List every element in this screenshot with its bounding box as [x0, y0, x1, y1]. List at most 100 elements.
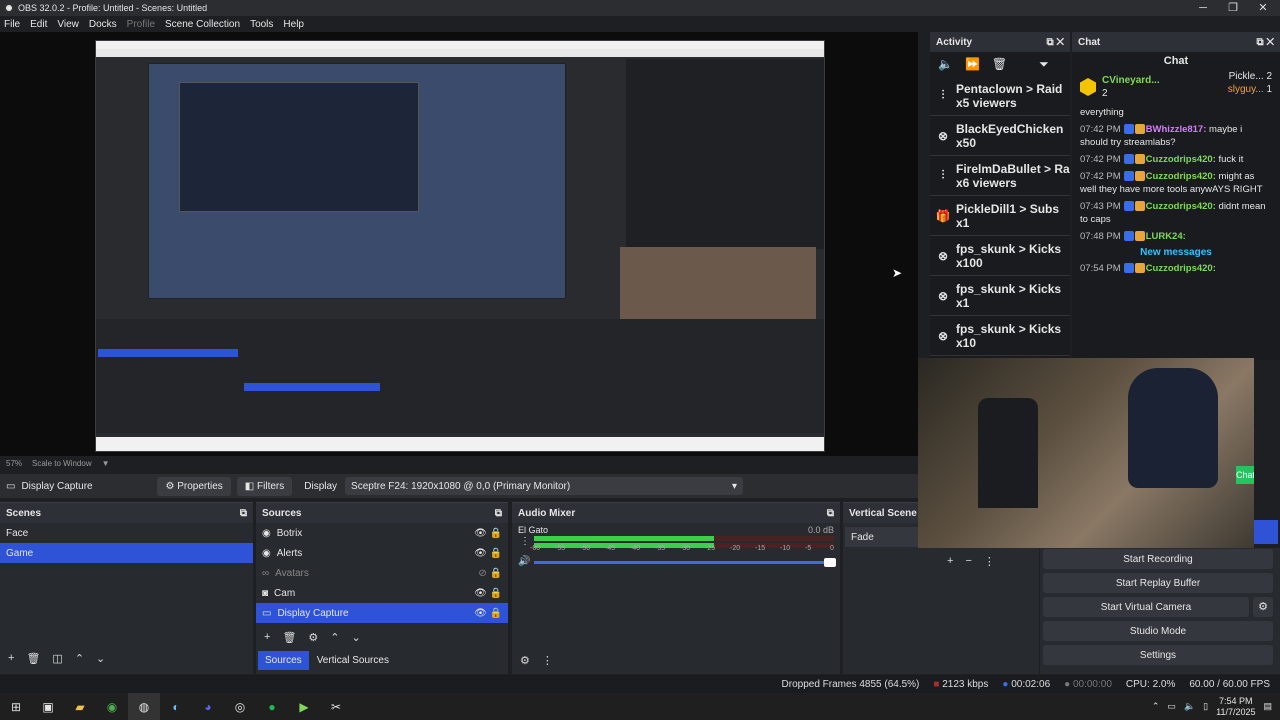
up-icon[interactable]: ⌃ [75, 652, 84, 665]
spotify-icon[interactable]: ● [256, 693, 288, 720]
volume-slider[interactable] [534, 558, 836, 567]
chat-button[interactable]: Chat [1236, 466, 1254, 484]
undock-icon[interactable]: ⧉ [495, 508, 502, 519]
menu-view[interactable]: View [57, 19, 79, 30]
down-icon[interactable]: ⌄ [96, 652, 105, 665]
chat-username[interactable]: Cuzzodrips420: [1146, 201, 1216, 212]
eye-icon[interactable]: 👁 🔒 [474, 548, 502, 559]
volume-handle[interactable] [824, 558, 836, 567]
chat-username[interactable]: Cuzzodrips420: [1146, 154, 1216, 165]
chat-username[interactable]: LURK24: [1146, 231, 1186, 242]
tab-sources[interactable]: Sources [258, 650, 309, 670]
top-user-name[interactable]: CVineyard... [1102, 75, 1160, 86]
tab-vertical-sources[interactable]: Vertical Sources [309, 651, 397, 670]
tray-chevron-icon[interactable]: ⌃ [1152, 701, 1160, 712]
add-icon[interactable]: + [264, 631, 270, 643]
scene-item-face[interactable]: Face [0, 523, 253, 543]
start-recording-button[interactable]: Start Recording [1043, 549, 1273, 569]
undock-icon[interactable]: ⧉ [240, 508, 247, 519]
menu-docks[interactable]: Docks [89, 19, 117, 30]
chrome-icon[interactable]: ◉ [96, 693, 128, 720]
notification-icon[interactable]: ▤ [1263, 701, 1272, 712]
filters-button[interactable]: ◧ Filters [236, 476, 293, 496]
menu-edit[interactable]: Edit [30, 19, 47, 30]
settings-button[interactable]: Settings [1043, 645, 1273, 665]
menu-profile[interactable]: Profile [127, 19, 155, 30]
minus-icon[interactable]: − [965, 555, 971, 567]
steam-icon[interactable]: ◐ [160, 693, 192, 720]
undock-icon[interactable]: ⧉ ✕ [1046, 37, 1064, 48]
activity-item[interactable]: ⊗ BlackEyedChicken x50 [930, 116, 1070, 156]
eye-icon[interactable]: 👁 🔒 [474, 608, 502, 619]
undock-icon[interactable]: ⧉ ✕ [1256, 37, 1274, 48]
menu-file[interactable]: File [4, 19, 20, 30]
widget-icon[interactable]: ▣ [32, 693, 64, 720]
preview-canvas[interactable] [95, 40, 825, 452]
source-item-botrix[interactable]: ◉ Botrix 👁 🔒 [256, 523, 508, 543]
source-item-avatars[interactable]: ∞ Avatars ⊘ 🔒 [256, 563, 508, 583]
eye-hidden-icon[interactable]: ⊘ 🔒 [478, 568, 502, 579]
up-icon[interactable]: ⌃ [330, 631, 339, 644]
windows-start-icon[interactable]: ⊞ [0, 693, 32, 720]
top-right-user-1[interactable]: Pickle... [1229, 71, 1264, 82]
mixer-menu-icon[interactable]: ⋮ [520, 536, 530, 547]
close-icon[interactable]: ✕ [1248, 0, 1278, 16]
properties-button[interactable]: ⚙ Properties [157, 476, 231, 496]
minimize-icon[interactable]: ─ [1188, 0, 1218, 16]
app-icon[interactable]: ◎ [224, 693, 256, 720]
source-item-alerts[interactable]: ◉ Alerts 👁 🔒 [256, 543, 508, 563]
chat-username[interactable]: BWhizzle817: [1146, 124, 1207, 135]
eye-icon[interactable]: 👁 🔒 [474, 588, 502, 599]
down-icon[interactable]: ⌄ [352, 631, 361, 644]
activity-item[interactable]: ⊗ fps_skunk > Kicks x100 [930, 236, 1070, 276]
zoom-mode[interactable]: Scale to Window [32, 459, 92, 468]
chevron-down-icon[interactable]: ▼ [102, 459, 110, 468]
scene-item-game[interactable]: Game [0, 543, 253, 563]
volume-icon[interactable]: 🔈 [1184, 701, 1195, 712]
menu-tools[interactable]: Tools [250, 19, 273, 30]
add-icon[interactable]: + [8, 652, 14, 664]
start-replay-buffer-button[interactable]: Start Replay Buffer [1043, 573, 1273, 593]
folder-icon[interactable]: ▰ [64, 693, 96, 720]
trash-icon[interactable]: 🗑 [992, 57, 1007, 71]
source-item-display-capture[interactable]: ▭ Display Capture 👁 🔒 [256, 603, 508, 623]
activity-item[interactable]: ⫶ FirelmDaBullet > Ra x6 viewers [930, 156, 1070, 196]
filter-icon[interactable]: ⏷ [1039, 57, 1049, 72]
gear-icon[interactable]: ⚙ [520, 654, 530, 667]
studio-mode-button[interactable]: Studio Mode [1043, 621, 1273, 641]
source-item-cam[interactable]: ◙ Cam 👁 🔒 [256, 583, 508, 603]
zoom-percent[interactable]: 57% [6, 459, 22, 468]
terminal-icon[interactable]: ▶ [288, 693, 320, 720]
eye-icon[interactable]: 👁 🔒 [474, 528, 502, 539]
filter-icon[interactable]: ◫ [52, 652, 62, 665]
capcut-icon[interactable]: ✂ [320, 693, 352, 720]
add-icon[interactable]: + [947, 555, 953, 567]
menu-help[interactable]: Help [283, 19, 304, 30]
menu-icon[interactable]: ⋮ [542, 654, 553, 667]
obs-icon[interactable]: ◍ [128, 693, 160, 720]
menu-scene-collection[interactable]: Scene Collection [165, 19, 240, 30]
battery-icon[interactable]: ▯ [1203, 701, 1208, 712]
system-clock[interactable]: 7:54 PM 11/7/2025 [1216, 696, 1255, 718]
gear-icon[interactable]: ⚙ [308, 631, 318, 644]
menu-icon[interactable]: ⋮ [984, 555, 995, 568]
activity-item[interactable]: ⫶ Pentaclown > Raid x5 viewers [930, 76, 1070, 116]
discord-icon[interactable]: ◕ [192, 693, 224, 720]
new-messages-divider[interactable]: New messages [1072, 245, 1280, 260]
start-virtual-camera-button[interactable]: Start Virtual Camera [1043, 597, 1249, 617]
trash-icon[interactable]: 🗑 [282, 631, 296, 644]
chat-username[interactable]: Cuzzodrips420: [1146, 171, 1216, 182]
activity-item[interactable]: ⊗ fps_skunk > Kicks x1 [930, 276, 1070, 316]
network-icon[interactable]: ▭ [1167, 701, 1176, 712]
activity-item[interactable]: 🎁 PickleDill1 > Subs x1 [930, 196, 1070, 236]
undock-icon[interactable]: ⧉ [827, 508, 834, 519]
gear-icon[interactable]: ⚙ [1253, 597, 1273, 617]
chat-username[interactable]: Cuzzodrips420: [1146, 263, 1216, 274]
trash-icon[interactable]: 🗑 [26, 652, 40, 665]
display-select[interactable]: Sceptre F24: 1920x1080 @ 0,0 (Primary Mo… [345, 477, 744, 495]
top-right-user-2[interactable]: slyguy... [1228, 84, 1264, 95]
activity-item[interactable]: ⊗ fps_skunk > Kicks x10 [930, 316, 1070, 356]
volume-icon[interactable]: 🔈 [938, 57, 953, 71]
speaker-icon[interactable]: 🔊 [518, 556, 530, 567]
skip-icon[interactable]: ⏩ [965, 57, 980, 71]
